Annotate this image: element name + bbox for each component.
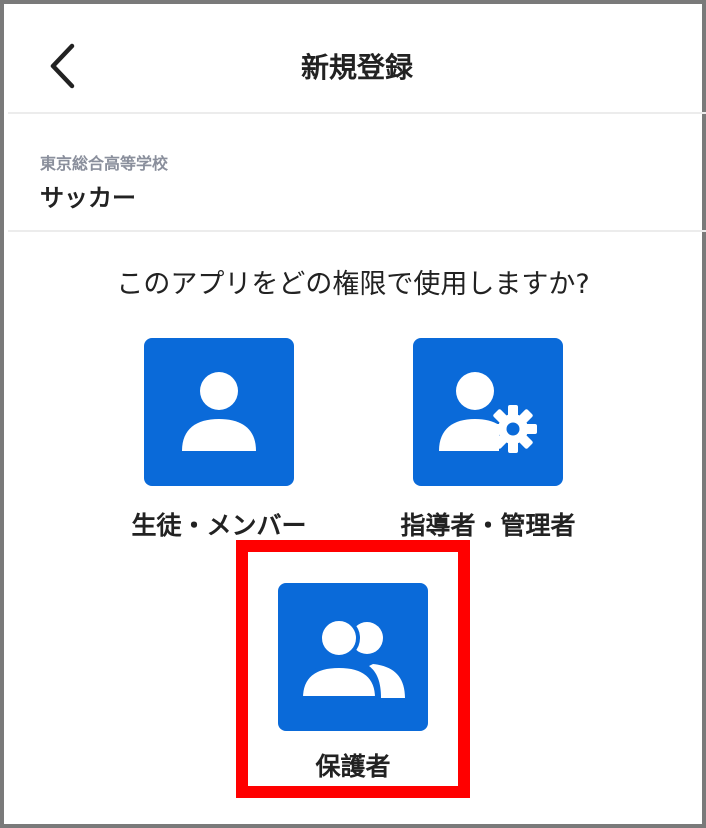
header: 新規登録 [8, 8, 706, 114]
person-icon [182, 372, 256, 451]
page-title: 新規登録 [300, 51, 413, 84]
team-info: 東京総合高等学校 サッカー [8, 116, 706, 232]
role-tile-leader[interactable] [413, 338, 563, 486]
role-question: このアプリをどの権限で使用しますか? [116, 269, 590, 300]
role-label-leader: 指導者・管理者 [400, 511, 576, 540]
person-gear-icon [439, 372, 537, 453]
school-name: 東京総合高等学校 [40, 154, 169, 173]
role-label-member: 生徒・メンバー [131, 511, 307, 540]
role-tile-member[interactable] [144, 338, 294, 486]
team-name: サッカー [40, 184, 136, 212]
highlight-box [236, 540, 470, 798]
